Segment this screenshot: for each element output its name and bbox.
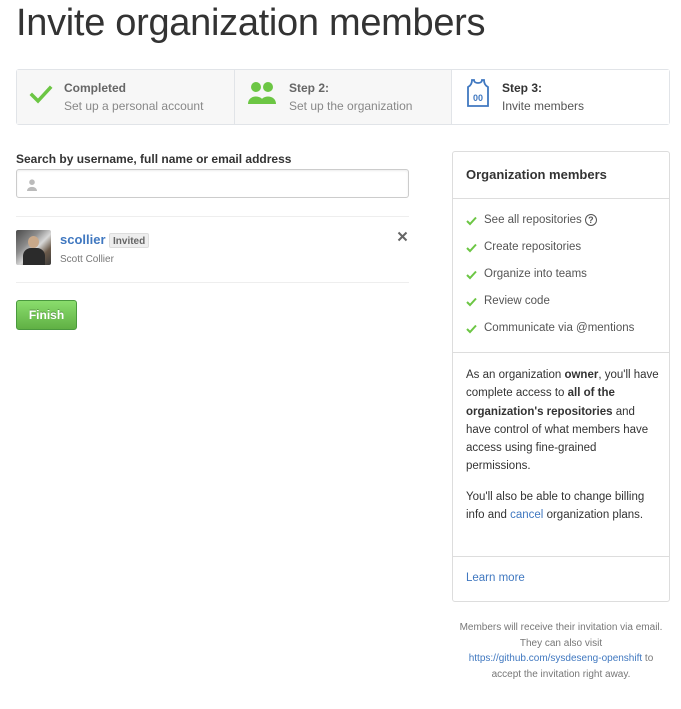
search-input[interactable]: [45, 174, 400, 194]
organization-members-panel: Organization members See all repositorie…: [452, 151, 670, 602]
svg-text:00: 00: [473, 93, 483, 103]
check-icon: [466, 297, 477, 310]
learn-more-link[interactable]: Learn more: [466, 572, 525, 584]
step-title: Step 2:: [289, 81, 330, 95]
step-title: Step 3:: [502, 81, 543, 95]
user-icon: [27, 178, 37, 196]
close-icon: [397, 231, 408, 242]
permission-list: See all repositories? Create repositorie…: [453, 199, 669, 353]
permission-label: See all repositories: [484, 214, 582, 226]
step-subtitle: Set up a personal account: [64, 99, 204, 113]
member-full-name: Scott Collier: [60, 254, 114, 265]
owner-info: As an organization owner, you'll have co…: [466, 369, 659, 473]
check-icon: [466, 216, 477, 229]
step-completed: Completed Set up a personal account: [17, 70, 235, 124]
permission-label: Communicate via @mentions: [484, 322, 635, 334]
permission-label: Create repositories: [484, 241, 582, 253]
step-subtitle: Set up the organization: [289, 99, 413, 113]
organization-url-link[interactable]: https://github.com/sysdeseng-openshift: [469, 653, 642, 664]
jersey-icon: 00: [466, 78, 490, 113]
step-2: Step 2: Set up the organization: [235, 70, 452, 124]
invited-badge: Invited: [109, 233, 150, 248]
finish-button[interactable]: Finish: [16, 300, 77, 330]
invitation-note: Members will receive their invitation vi…: [459, 622, 663, 680]
question-icon[interactable]: ?: [584, 214, 597, 226]
cancel-link[interactable]: cancel: [510, 509, 543, 521]
check-icon: [466, 270, 477, 283]
member-login-link[interactable]: scollier: [60, 232, 106, 247]
permission-label: Organize into teams: [484, 268, 587, 280]
billing-info: You'll also be able to change billing in…: [466, 491, 645, 522]
people-icon: [247, 80, 277, 111]
check-icon: [466, 243, 477, 256]
step-title: Completed: [64, 81, 127, 95]
step-3: 00 Step 3: Invite members: [452, 70, 669, 124]
permission-label: Review code: [484, 295, 550, 307]
checkmark-icon: [29, 84, 53, 111]
step-subtitle: Invite members: [502, 99, 585, 113]
search-field[interactable]: [16, 169, 409, 198]
progress-steps: Completed Set up a personal account Step…: [16, 69, 670, 125]
panel-title: Organization members: [453, 152, 669, 199]
page-title: Invite organization members: [16, 2, 486, 44]
avatar[interactable]: [16, 230, 51, 265]
learn-more-section: Learn more: [453, 556, 669, 601]
check-icon: [466, 324, 477, 337]
member-list: scollier Invited Scott Collier: [16, 216, 409, 283]
remove-member-button[interactable]: [397, 231, 409, 245]
search-label: Search by username, full name or email a…: [16, 152, 292, 166]
